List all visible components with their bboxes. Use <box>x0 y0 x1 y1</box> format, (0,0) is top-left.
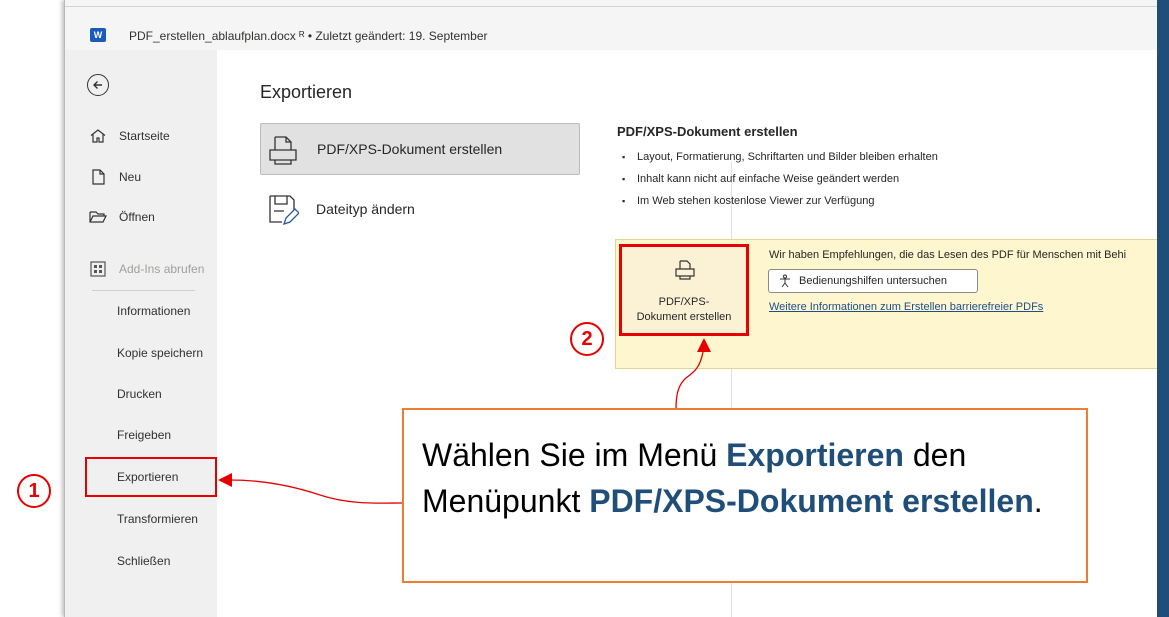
emphasis-exportieren: Exportieren <box>726 437 904 473</box>
instruction-text: Wählen Sie im Menü Exportieren den Menüp… <box>422 437 1043 519</box>
instruction-callout: Wählen Sie im Menü Exportieren den Menüp… <box>402 408 1088 583</box>
emphasis-pdf-xps: PDF/XPS-Dokument erstellen <box>589 483 1034 519</box>
step-1-badge: 1 <box>17 474 51 508</box>
step-2-badge: 2 <box>570 322 604 356</box>
